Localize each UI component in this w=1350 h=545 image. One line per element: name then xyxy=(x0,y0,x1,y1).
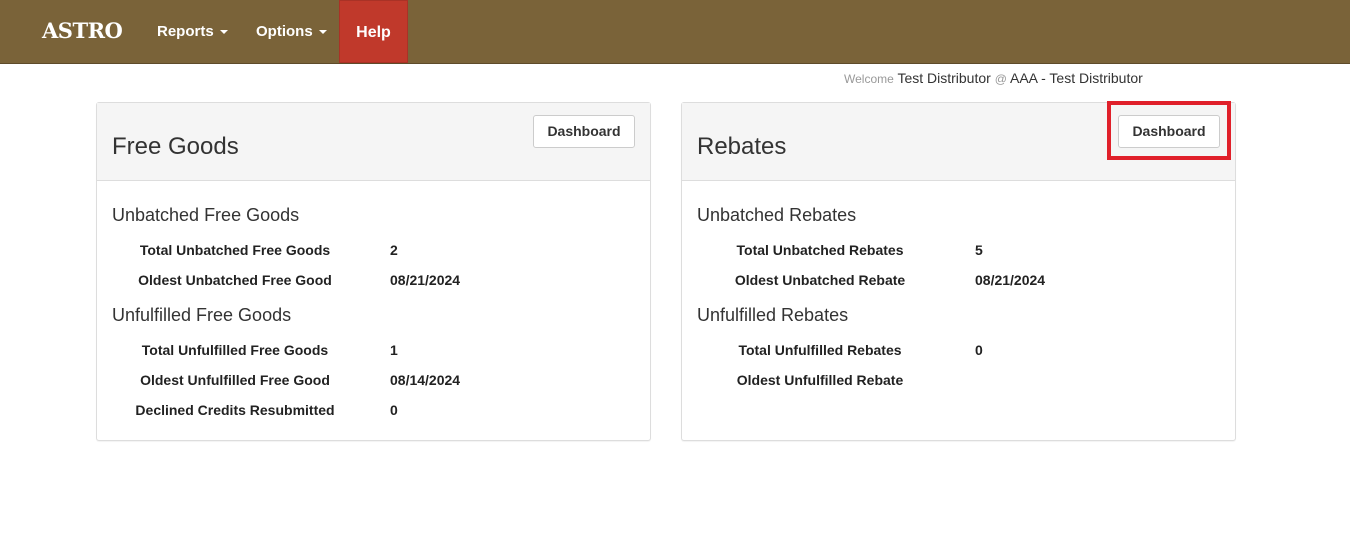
welcome-at: @ xyxy=(994,72,1007,86)
oldest-unfulfilled-free-good-label: Oldest Unfulfilled Free Good xyxy=(140,372,330,388)
free-goods-title: Free Goods xyxy=(112,133,239,160)
unbatched-rebates-heading: Unbatched Rebates xyxy=(697,205,857,225)
free-goods-dashboard-button[interactable]: Dashboard xyxy=(533,115,635,148)
rebates-title: Rebates xyxy=(697,133,787,160)
unfulfilled-free-goods-heading: Unfulfilled Free Goods xyxy=(112,305,292,325)
highlight-annotation-box xyxy=(1107,101,1231,160)
oldest-unbatched-free-good-label: Oldest Unbatched Free Good xyxy=(138,272,332,288)
reports-menu-label: Reports xyxy=(157,23,214,40)
brand-logo[interactable]: ASTRO xyxy=(42,18,123,43)
oldest-unfulfilled-rebate-label: Oldest Unfulfilled Rebate xyxy=(736,372,904,388)
reports-menu[interactable]: Reports xyxy=(157,0,228,63)
caret-down-icon xyxy=(219,30,228,35)
free-goods-panel: Free Goods Dashboard Unbatched Free Good… xyxy=(96,102,651,441)
options-menu[interactable]: Options xyxy=(256,0,327,63)
top-navbar: ASTRO Reports Options Help xyxy=(0,0,1350,64)
total-unfulfilled-free-goods-value: 1 xyxy=(390,342,398,358)
declined-credits-resubmitted-value: 0 xyxy=(390,402,398,418)
total-unfulfilled-free-goods-label: Total Unfulfilled Free Goods xyxy=(141,342,329,358)
options-menu-label: Options xyxy=(256,23,313,40)
welcome-line: Welcome Test Distributor @ AAA - Test Di… xyxy=(844,70,1143,86)
free-goods-panel-heading: Free Goods Dashboard xyxy=(97,103,650,181)
total-unbatched-free-goods-label: Total Unbatched Free Goods xyxy=(139,242,331,258)
oldest-unbatched-free-good-value: 08/21/2024 xyxy=(390,272,461,288)
welcome-org: AAA - Test Distributor xyxy=(1010,70,1143,86)
oldest-unbatched-rebate-value: 08/21/2024 xyxy=(975,272,1046,288)
unbatched-free-goods-heading: Unbatched Free Goods xyxy=(112,205,300,225)
total-unfulfilled-rebates-label: Total Unfulfilled Rebates xyxy=(738,342,902,358)
caret-down-icon xyxy=(318,30,327,35)
total-unbatched-rebates-label: Total Unbatched Rebates xyxy=(736,242,904,258)
total-unbatched-free-goods-value: 2 xyxy=(390,242,398,258)
oldest-unbatched-rebate-label: Oldest Unbatched Rebate xyxy=(734,272,906,288)
oldest-unfulfilled-free-good-value: 08/14/2024 xyxy=(390,372,461,388)
total-unfulfilled-rebates-value: 0 xyxy=(975,342,983,358)
welcome-prefix: Welcome xyxy=(844,72,894,86)
unfulfilled-rebates-heading: Unfulfilled Rebates xyxy=(697,305,849,325)
help-button[interactable]: Help xyxy=(339,0,408,63)
declined-credits-resubmitted-label: Declined Credits Resubmitted xyxy=(135,402,335,418)
welcome-user: Test Distributor xyxy=(897,70,991,86)
total-unbatched-rebates-value: 5 xyxy=(975,242,983,258)
